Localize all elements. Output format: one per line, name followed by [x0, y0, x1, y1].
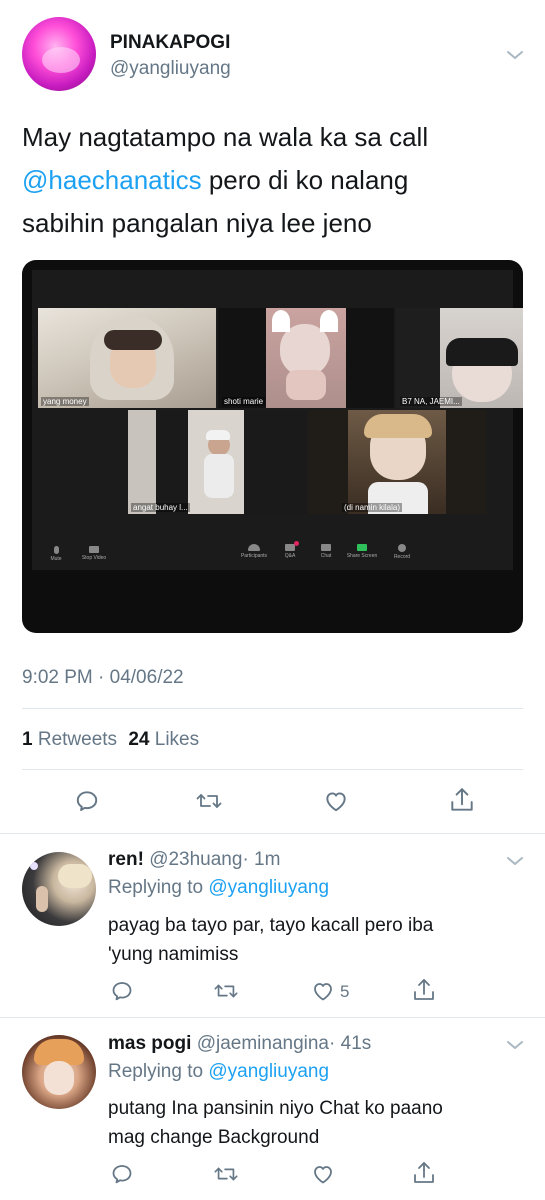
author-avatar[interactable]: [22, 17, 96, 91]
reply-text-line: mag change Background: [108, 1127, 320, 1148]
author-display-name[interactable]: PINAKAPOGI: [110, 32, 230, 54]
chevron-down-icon[interactable]: [503, 1033, 527, 1057]
reply-header: mas pogi @jaeminangina· 41s: [108, 1033, 371, 1055]
participant-name: B7 NA, JAEMI...: [400, 397, 462, 406]
reply-text-line: 'yung namimiss: [108, 944, 239, 965]
participant-name: yang money: [41, 397, 89, 406]
reply-icon[interactable]: [110, 979, 134, 1003]
zoom-chat-label: Chat: [320, 553, 332, 559]
share-icon[interactable]: [412, 977, 436, 1003]
divider: [22, 769, 523, 770]
replying-to-link[interactable]: @yangliuyang: [208, 877, 329, 898]
video-tile: angat buhay l...: [128, 410, 306, 514]
retweet-icon[interactable]: [213, 1162, 239, 1186]
retweets-count: 1: [22, 729, 33, 750]
divider: [0, 1017, 545, 1018]
retweets-stat[interactable]: 1 Retweets: [22, 729, 122, 750]
like-count: 5: [340, 982, 350, 1001]
zoom-qa-label: Q&A: [284, 553, 296, 559]
heart-icon[interactable]: [322, 788, 350, 814]
tweet-text-fragment: pero di ko nalang: [201, 165, 409, 195]
zoom-share-screen-button: Share Screen: [342, 544, 382, 559]
zoom-share-screen-label: Share Screen: [346, 553, 378, 559]
share-icon[interactable]: [449, 786, 475, 814]
chevron-down-icon[interactable]: [503, 849, 527, 873]
tweet-text-line: @haechanatics pero di ko nalang: [22, 159, 532, 202]
likes-stat[interactable]: 24 Likes: [128, 729, 199, 750]
likes-label: Likes: [154, 729, 200, 750]
reply-handle[interactable]: @jaeminangina: [197, 1033, 329, 1054]
participant-name: angat buhay l...: [131, 503, 190, 512]
zoom-chat-button: Chat: [306, 544, 346, 559]
video-tile: shoti marie: [218, 308, 394, 408]
replying-to-prefix: Replying to: [108, 877, 204, 898]
reply-time[interactable]: · 1m: [242, 849, 280, 870]
tweet-text-line: May nagtatampo na wala ka sa call: [22, 122, 429, 152]
reply-handle[interactable]: @23huang: [149, 849, 242, 870]
reply-text: putang Ina pansinin niyo Chat ko paano m…: [108, 1094, 443, 1152]
tweet-timestamp[interactable]: 9:02 PM · 04/06/22: [22, 667, 184, 689]
zoom-qa-button: Q&A: [270, 541, 310, 559]
reply-display-name[interactable]: ren!: [108, 849, 144, 870]
retweet-icon[interactable]: [195, 788, 223, 814]
heart-icon[interactable]: [310, 1162, 336, 1186]
video-tile: (di namin kilala): [308, 410, 486, 514]
author-handle[interactable]: @yangliuyang: [110, 58, 231, 80]
reply-time[interactable]: · 41s: [329, 1033, 371, 1054]
replying-to-prefix: Replying to: [108, 1061, 204, 1082]
divider: [0, 833, 545, 834]
tweet-text-line: sabihin pangalan niya lee jeno: [22, 208, 372, 238]
tweet-text: May nagtatampo na wala ka sa call @haech…: [22, 116, 532, 245]
likes-count: 24: [128, 729, 150, 750]
reply-avatar[interactable]: [22, 1035, 96, 1109]
zoom-mute-label: Mute: [50, 556, 62, 562]
zoom-record-label: Record: [393, 554, 411, 560]
tweet-stats: 1 Retweets 24 Likes: [22, 729, 199, 751]
retweet-icon[interactable]: [213, 979, 239, 1003]
reply-header: ren! @23huang· 1m: [108, 849, 280, 871]
zoom-mute-button: Mute: [36, 546, 76, 562]
zoom-stop-video-button: Stop Video: [74, 546, 114, 561]
video-tile: B7 NA, JAEMI...: [396, 308, 523, 408]
reply-text-line: putang Ina pansinin niyo Chat ko paano: [108, 1098, 443, 1119]
heart-icon[interactable]: [310, 979, 336, 1003]
zoom-stop-video-label: Stop Video: [81, 555, 107, 561]
replying-to: Replying to @yangliuyang: [108, 1061, 329, 1083]
share-icon[interactable]: [412, 1160, 436, 1186]
reply-text: payag ba tayo par, tayo kacall pero iba …: [108, 911, 433, 969]
reply-icon[interactable]: [110, 1162, 134, 1186]
retweets-label: Retweets: [37, 729, 118, 750]
reply-icon[interactable]: [74, 788, 100, 814]
participant-name: shoti marie: [222, 397, 266, 406]
divider: [22, 708, 523, 709]
participant-name: (di namin kilala): [342, 503, 403, 512]
tweet-media-image[interactable]: yang money shoti marie B7 NA, JAEMI... a…: [22, 260, 523, 633]
video-tile: yang money: [38, 308, 216, 408]
chevron-down-icon[interactable]: [503, 43, 527, 67]
replying-to-link[interactable]: @yangliuyang: [208, 1061, 329, 1082]
replying-to: Replying to @yangliuyang: [108, 877, 329, 899]
zoom-participants-button: Participants: [234, 544, 274, 559]
reply-display-name[interactable]: mas pogi: [108, 1033, 191, 1054]
reply-avatar[interactable]: [22, 852, 96, 926]
zoom-record-button: Record: [382, 544, 422, 560]
reply-text-line: payag ba tayo par, tayo kacall pero iba: [108, 915, 434, 936]
zoom-participants-label: Participants: [240, 553, 268, 559]
mention-link[interactable]: @haechanatics: [22, 165, 202, 195]
